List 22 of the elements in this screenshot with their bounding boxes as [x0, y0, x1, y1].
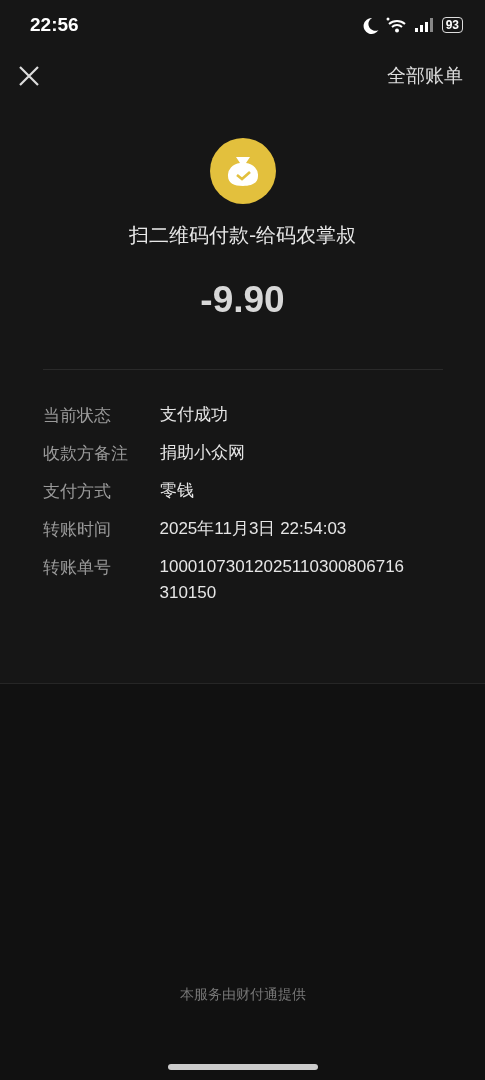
detail-label: 转账时间 [42, 518, 112, 541]
detail-value: 捐助小众网 [159, 442, 246, 464]
detail-value: 支付成功 [159, 404, 229, 426]
money-bag-icon [209, 138, 276, 204]
close-button[interactable] [18, 65, 40, 87]
detail-label: 当前状态 [42, 404, 112, 427]
moon-icon [362, 16, 379, 34]
status-time: 22:56 [30, 14, 79, 36]
detail-label: 收款方备注 [42, 442, 129, 465]
payment-title: 扫二维码付款-给码农掌叔 [128, 222, 357, 249]
wifi-icon [385, 17, 408, 33]
detail-value: 2025年11月3日 22:54:03 [159, 518, 348, 540]
detail-label: 转账单号 [42, 556, 112, 579]
all-bills-link[interactable]: 全部账单 [387, 63, 463, 89]
detail-value: 10001073012025110300806716310150 [159, 556, 406, 604]
detail-label: 支付方式 [42, 480, 112, 503]
close-icon [18, 65, 40, 87]
battery-indicator: 93 [441, 17, 463, 33]
detail-value: 零钱 [159, 480, 195, 502]
payment-amount: -9.90 [200, 279, 285, 321]
signal-icon [414, 18, 435, 32]
footer-note: 本服务由财付通提供 [178, 986, 307, 1004]
